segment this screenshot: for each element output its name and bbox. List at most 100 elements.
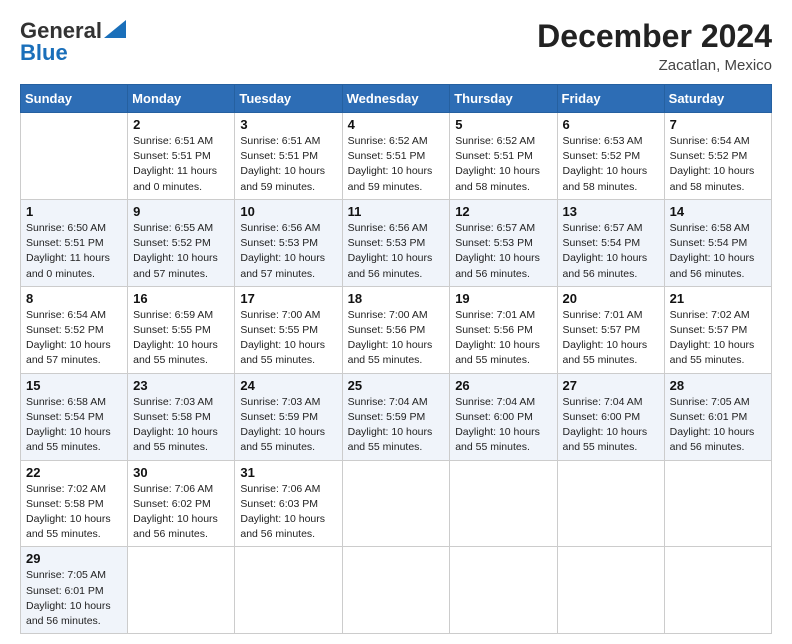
calendar-cell: 22Sunrise: 7:02 AMSunset: 5:58 PMDayligh…	[21, 460, 128, 547]
day-info: Sunrise: 7:01 AMSunset: 5:57 PMDaylight:…	[563, 308, 659, 369]
day-info: Sunrise: 6:51 AMSunset: 5:51 PMDaylight:…	[240, 134, 336, 195]
day-number: 23	[133, 378, 229, 393]
day-number: 11	[348, 204, 445, 219]
day-number: 15	[26, 378, 122, 393]
calendar-cell: 21 Sunrise: 7:02 AMSunset: 5:57 PMDayligh…	[664, 286, 771, 373]
day-number: 16	[133, 291, 229, 306]
calendar-cell: 12Sunrise: 6:57 AMSunset: 5:53 PMDayligh…	[450, 199, 557, 286]
logo: General Blue	[20, 18, 126, 66]
day-number: 17	[240, 291, 336, 306]
col-sunday: Sunday	[21, 85, 128, 113]
col-friday: Friday	[557, 85, 664, 113]
day-number: 29	[26, 551, 122, 566]
calendar-cell: 7Sunrise: 6:54 AMSunset: 5:52 PMDaylight…	[664, 113, 771, 200]
calendar-cell: 25Sunrise: 7:04 AMSunset: 5:59 PMDayligh…	[342, 373, 450, 460]
calendar-cell	[128, 547, 235, 634]
calendar-cell: 15 Sunrise: 6:58 AMSunset: 5:54 PMDayligh…	[21, 373, 128, 460]
day-info: Sunrise: 7:00 AMSunset: 5:56 PMDaylight:…	[348, 308, 445, 369]
day-number: 19	[455, 291, 551, 306]
day-info: Sunrise: 6:58 AMSunset: 5:54 PMDaylight:…	[670, 221, 766, 282]
day-info: Sunrise: 6:50 AMSunset: 5:51 PMDaylight:…	[26, 221, 122, 282]
calendar-cell: 26 Sunrise: 7:04 AMSunset: 6:00 PMDayligh…	[450, 373, 557, 460]
calendar-cell: 1 Sunrise: 6:50 AMSunset: 5:51 PMDaylight…	[21, 199, 128, 286]
day-info: Sunrise: 7:06 AMSunset: 6:02 PMDaylight:…	[133, 482, 229, 543]
day-number: 7	[670, 117, 766, 132]
day-info: Sunrise: 7:03 AMSunset: 5:59 PMDaylight:…	[240, 395, 336, 456]
day-info: Sunrise: 6:59 AMSunset: 5:55 PMDaylight:…	[133, 308, 229, 369]
day-number: 2	[133, 117, 229, 132]
day-info: Sunrise: 7:04 AMSunset: 5:59 PMDaylight:…	[348, 395, 445, 456]
header-row: Sunday Monday Tuesday Wednesday Thursday…	[21, 85, 772, 113]
calendar-cell	[450, 460, 557, 547]
calendar-cell: 18Sunrise: 7:00 AMSunset: 5:56 PMDayligh…	[342, 286, 450, 373]
day-number: 14	[670, 204, 766, 219]
day-info: Sunrise: 7:06 AMSunset: 6:03 PMDaylight:…	[240, 482, 336, 543]
calendar-cell: 11 Sunrise: 6:56 AMSunset: 5:53 PMDayligh…	[342, 199, 450, 286]
day-number: 1	[26, 204, 122, 219]
calendar-cell	[664, 547, 771, 634]
calendar-cell: 14 Sunrise: 6:58 AMSunset: 5:54 PMDayligh…	[664, 199, 771, 286]
day-info: Sunrise: 7:03 AMSunset: 5:58 PMDaylight:…	[133, 395, 229, 456]
col-wednesday: Wednesday	[342, 85, 450, 113]
col-tuesday: Tuesday	[235, 85, 342, 113]
calendar-cell: 9Sunrise: 6:55 AMSunset: 5:52 PMDaylight…	[128, 199, 235, 286]
day-number: 24	[240, 378, 336, 393]
day-number: 6	[563, 117, 659, 132]
calendar-cell: 4 Sunrise: 6:52 AMSunset: 5:51 PMDaylight…	[342, 113, 450, 200]
day-info: Sunrise: 6:52 AMSunset: 5:51 PMDaylight:…	[348, 134, 445, 195]
calendar-week-5: 29 Sunrise: 7:05 AMSunset: 6:01 PMDayligh…	[21, 547, 772, 634]
calendar-cell: 6Sunrise: 6:53 AMSunset: 5:52 PMDaylight…	[557, 113, 664, 200]
day-info: Sunrise: 6:56 AMSunset: 5:53 PMDaylight:…	[348, 221, 445, 282]
calendar-cell: 8Sunrise: 6:54 AMSunset: 5:52 PMDaylight…	[21, 286, 128, 373]
calendar-cell	[342, 547, 450, 634]
calendar-cell: 29 Sunrise: 7:05 AMSunset: 6:01 PMDayligh…	[21, 547, 128, 634]
title-block: December 2024 Zacatlan, Mexico	[537, 18, 772, 74]
day-info: Sunrise: 6:58 AMSunset: 5:54 PMDaylight:…	[26, 395, 122, 456]
col-thursday: Thursday	[450, 85, 557, 113]
subtitle: Zacatlan, Mexico	[537, 57, 772, 74]
calendar-cell	[235, 547, 342, 634]
calendar-cell: 30 Sunrise: 7:06 AMSunset: 6:02 PMDayligh…	[128, 460, 235, 547]
day-number: 10	[240, 204, 336, 219]
calendar-week-1: 1 Sunrise: 6:50 AMSunset: 5:51 PMDaylight…	[21, 199, 772, 286]
day-info: Sunrise: 7:04 AMSunset: 6:00 PMDaylight:…	[455, 395, 551, 456]
day-number: 21	[670, 291, 766, 306]
day-info: Sunrise: 7:05 AMSunset: 6:01 PMDaylight:…	[670, 395, 766, 456]
calendar-cell	[342, 460, 450, 547]
calendar-cell: 23 Sunrise: 7:03 AMSunset: 5:58 PMDayligh…	[128, 373, 235, 460]
day-number: 3	[240, 117, 336, 132]
page: General Blue December 2024 Zacatlan, Mex…	[0, 0, 792, 644]
day-info: Sunrise: 7:01 AMSunset: 5:56 PMDaylight:…	[455, 308, 551, 369]
calendar-cell	[557, 460, 664, 547]
day-number: 8	[26, 291, 122, 306]
day-info: Sunrise: 7:04 AMSunset: 6:00 PMDaylight:…	[563, 395, 659, 456]
day-info: Sunrise: 7:02 AMSunset: 5:57 PMDaylight:…	[670, 308, 766, 369]
day-info: Sunrise: 6:57 AMSunset: 5:54 PMDaylight:…	[563, 221, 659, 282]
day-info: Sunrise: 6:52 AMSunset: 5:51 PMDaylight:…	[455, 134, 551, 195]
calendar-cell: 31 Sunrise: 7:06 AMSunset: 6:03 PMDayligh…	[235, 460, 342, 547]
day-number: 13	[563, 204, 659, 219]
day-info: Sunrise: 6:57 AMSunset: 5:53 PMDaylight:…	[455, 221, 551, 282]
calendar-cell	[450, 547, 557, 634]
day-info: Sunrise: 7:00 AMSunset: 5:55 PMDaylight:…	[240, 308, 336, 369]
calendar-table: Sunday Monday Tuesday Wednesday Thursday…	[20, 84, 772, 634]
day-info: Sunrise: 7:02 AMSunset: 5:58 PMDaylight:…	[26, 482, 122, 543]
calendar-cell: 5Sunrise: 6:52 AMSunset: 5:51 PMDaylight…	[450, 113, 557, 200]
calendar-cell: 16 Sunrise: 6:59 AMSunset: 5:55 PMDayligh…	[128, 286, 235, 373]
calendar-cell	[664, 460, 771, 547]
day-number: 31	[240, 465, 336, 480]
day-number: 4	[348, 117, 445, 132]
calendar-cell: 28Sunrise: 7:05 AMSunset: 6:01 PMDayligh…	[664, 373, 771, 460]
calendar-cell	[21, 113, 128, 200]
day-number: 20	[563, 291, 659, 306]
main-title: December 2024	[537, 18, 772, 55]
calendar-cell: 2Sunrise: 6:51 AMSunset: 5:51 PMDaylight…	[128, 113, 235, 200]
calendar-cell	[557, 547, 664, 634]
day-number: 30	[133, 465, 229, 480]
day-number: 26	[455, 378, 551, 393]
day-info: Sunrise: 7:05 AMSunset: 6:01 PMDaylight:…	[26, 568, 122, 629]
day-info: Sunrise: 6:55 AMSunset: 5:52 PMDaylight:…	[133, 221, 229, 282]
logo-arrow-icon	[104, 20, 126, 38]
day-number: 27	[563, 378, 659, 393]
calendar-cell: 17 Sunrise: 7:00 AMSunset: 5:55 PMDayligh…	[235, 286, 342, 373]
